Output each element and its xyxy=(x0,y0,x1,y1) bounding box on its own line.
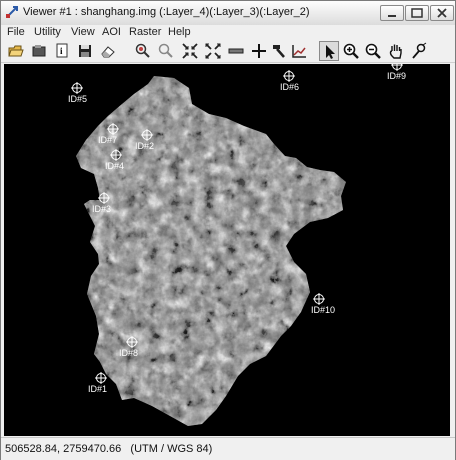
map-viewport[interactable]: ID#5 ID#6 ID#9 ID#7 ID#2 ID#4 ID#3 ID#10… xyxy=(4,64,450,436)
measure-icon xyxy=(228,48,244,54)
crosshair-icon xyxy=(141,129,153,141)
menu-help[interactable]: Help xyxy=(168,25,191,39)
inquire-cursor-icon xyxy=(252,44,266,58)
maximize-button[interactable] xyxy=(405,5,429,21)
control-points-icon xyxy=(412,42,427,59)
marker[interactable]: ID#5 xyxy=(64,82,90,106)
marker-label: ID#4 xyxy=(105,161,125,171)
pan-button[interactable] xyxy=(386,41,406,61)
marker-label: ID#7 xyxy=(98,135,118,145)
open-layer-icon xyxy=(32,45,46,57)
crosshair-icon xyxy=(110,149,122,161)
pan-icon xyxy=(389,44,402,59)
crosshair-icon xyxy=(391,64,403,71)
marker-label: ID#1 xyxy=(88,384,108,394)
title-bar[interactable]: Viewer #1 : shanghang.img (:Layer_4)(:La… xyxy=(1,1,455,26)
coordinate-value: 506528.84, 2759470.66 xyxy=(5,443,122,455)
crosshair-icon xyxy=(98,192,110,204)
zoom-in-2x-button[interactable] xyxy=(133,41,153,61)
marker[interactable]: ID#1 xyxy=(88,372,114,396)
marker-label: ID#2 xyxy=(135,141,155,151)
crosshair-icon xyxy=(283,70,295,82)
marker[interactable]: ID#3 xyxy=(91,192,117,216)
save-button[interactable] xyxy=(75,41,95,61)
select-arrow-button[interactable] xyxy=(319,41,339,61)
maximize-icon xyxy=(411,8,423,18)
info-icon: i xyxy=(56,43,68,58)
reset-zoom-button[interactable] xyxy=(203,41,223,61)
crosshair-icon xyxy=(313,293,325,305)
profile-icon xyxy=(292,45,306,58)
fit-window-icon xyxy=(182,43,198,59)
menu-view[interactable]: View xyxy=(71,25,95,39)
zoom-in-2x-icon xyxy=(135,43,150,58)
toolbar: i xyxy=(1,40,455,63)
menu-raster[interactable]: Raster xyxy=(129,25,161,39)
viewer-window: Viewer #1 : shanghang.img (:Layer_4)(:La… xyxy=(0,0,456,460)
crosshair-icon xyxy=(71,82,83,94)
marker-label: ID#6 xyxy=(280,82,300,92)
projection-label: (UTM / WGS 84) xyxy=(130,443,213,455)
menu-file[interactable]: File xyxy=(7,25,25,39)
zoom-out-button[interactable] xyxy=(363,41,383,61)
crosshair-icon xyxy=(107,123,119,135)
crosshair-icon xyxy=(95,372,107,384)
close-icon xyxy=(437,8,447,18)
menu-aoi[interactable]: AOI xyxy=(102,25,121,39)
marker-label: ID#8 xyxy=(119,348,139,358)
status-bar: 506528.84, 2759470.66 (UTM / WGS 84) xyxy=(1,437,455,460)
marker[interactable]: ID#9 xyxy=(384,64,410,83)
erase-button[interactable] xyxy=(98,41,118,61)
zoom-out-icon xyxy=(365,43,381,59)
raster-image xyxy=(4,64,450,436)
measure-button[interactable] xyxy=(226,41,246,61)
inquire-cursor-button[interactable] xyxy=(249,41,269,61)
marker[interactable]: ID#4 xyxy=(103,149,129,173)
hammer-button[interactable] xyxy=(268,41,288,61)
info-button[interactable]: i xyxy=(52,41,72,61)
menu-bar: File Utility View AOI Raster Help xyxy=(1,25,455,40)
close-button[interactable] xyxy=(430,5,454,21)
crosshair-icon xyxy=(126,336,138,348)
marker[interactable]: ID#8 xyxy=(119,336,145,360)
marker[interactable]: ID#6 xyxy=(276,70,302,94)
marker-label: ID#9 xyxy=(387,71,407,81)
viewer-app-icon xyxy=(5,5,19,19)
reset-zoom-icon xyxy=(205,43,221,59)
zoom-out-2x-button[interactable] xyxy=(156,41,176,61)
open-icon xyxy=(8,45,24,57)
zoom-out-2x-icon xyxy=(158,43,173,58)
marker-label: ID#3 xyxy=(92,204,112,214)
marker[interactable]: ID#10 xyxy=(306,293,335,317)
minimize-icon xyxy=(388,15,396,17)
zoom-in-button[interactable] xyxy=(341,41,361,61)
save-icon xyxy=(79,45,91,57)
select-arrow-icon xyxy=(326,45,335,59)
marker-label: ID#10 xyxy=(311,305,336,315)
minimize-button[interactable] xyxy=(380,5,404,21)
marker[interactable]: ID#7 xyxy=(98,123,126,147)
profile-button[interactable] xyxy=(289,41,309,61)
cursor-coordinates: 506528.84, 2759470.66 (UTM / WGS 84) xyxy=(5,443,212,455)
open-layer-button[interactable] xyxy=(29,41,49,61)
open-button[interactable] xyxy=(6,41,26,61)
erase-icon xyxy=(101,46,115,58)
zoom-in-icon xyxy=(343,43,359,59)
menu-utility[interactable]: Utility xyxy=(34,25,61,39)
marker[interactable]: ID#2 xyxy=(134,129,160,153)
marker-label: ID#5 xyxy=(68,94,88,104)
hammer-icon xyxy=(273,45,285,58)
window-title: Viewer #1 : shanghang.img (:Layer_4)(:La… xyxy=(23,6,310,18)
fit-window-button[interactable] xyxy=(180,41,200,61)
control-points-button[interactable] xyxy=(409,41,429,61)
